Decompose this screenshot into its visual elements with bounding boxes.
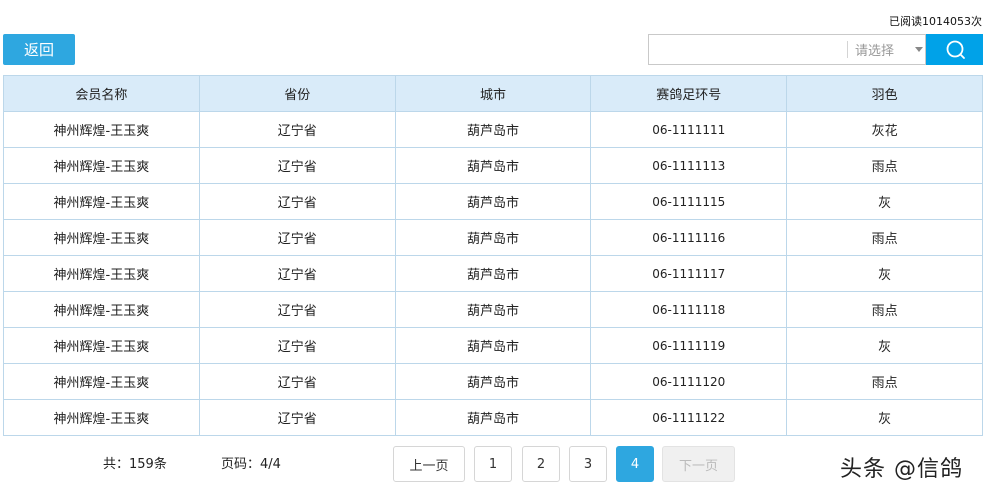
table-row: 神州辉煌-王玉爽 辽宁省 葫芦岛市 06-1111111 灰花 (3, 111, 983, 148)
column-header-city: 城市 (394, 75, 592, 112)
cell-province: 辽宁省 (198, 399, 396, 436)
cell-ring-number: 06-1111122 (590, 399, 788, 436)
table-row: 神州辉煌-王玉爽 辽宁省 葫芦岛市 06-1111119 灰 (3, 327, 983, 364)
cell-city: 葫芦岛市 (394, 255, 592, 292)
cell-city: 葫芦岛市 (394, 399, 592, 436)
column-header-feather-color: 羽色 (786, 75, 983, 112)
column-header-ring-number: 赛鸽足环号 (590, 75, 788, 112)
back-button[interactable]: 返回 (3, 34, 75, 65)
cell-city: 葫芦岛市 (394, 219, 592, 256)
table-row: 神州辉煌-王玉爽 辽宁省 葫芦岛市 06-1111117 灰 (3, 255, 983, 292)
table-row: 神州辉煌-王玉爽 辽宁省 葫芦岛市 06-1111115 灰 (3, 183, 983, 220)
cell-feather-color: 灰 (786, 399, 983, 436)
table-row: 神州辉煌-王玉爽 辽宁省 葫芦岛市 06-1111113 雨点 (3, 147, 983, 184)
cell-ring-number: 06-1111119 (590, 327, 788, 364)
cell-ring-number: 06-1111118 (590, 291, 788, 328)
cell-member-name: 神州辉煌-王玉爽 (3, 147, 200, 184)
page-button-2[interactable]: 2 (522, 446, 560, 482)
cell-member-name: 神州辉煌-王玉爽 (3, 399, 200, 436)
cell-city: 葫芦岛市 (394, 291, 592, 328)
cell-member-name: 神州辉煌-王玉爽 (3, 183, 200, 220)
column-header-province: 省份 (198, 75, 396, 112)
cell-province: 辽宁省 (198, 183, 396, 220)
column-header-member-name: 会员名称 (3, 75, 200, 112)
cell-feather-color: 灰 (786, 255, 983, 292)
cell-province: 辽宁省 (198, 327, 396, 364)
table-row: 神州辉煌-王玉爽 辽宁省 葫芦岛市 06-1111118 雨点 (3, 291, 983, 328)
read-count: 已阅读1014053次 (889, 15, 982, 28)
cell-province: 辽宁省 (198, 291, 396, 328)
cell-feather-color: 雨点 (786, 219, 983, 256)
cell-feather-color: 灰 (786, 183, 983, 220)
cell-ring-number: 06-1111115 (590, 183, 788, 220)
table-row: 神州辉煌-王玉爽 辽宁省 葫芦岛市 06-1111120 雨点 (3, 363, 983, 400)
search-input[interactable] (649, 35, 845, 64)
search-icon (946, 40, 965, 59)
select-placeholder: 请选择 (855, 44, 895, 59)
search-button[interactable] (926, 34, 983, 65)
cell-province: 辽宁省 (198, 111, 396, 148)
search-divider (847, 41, 848, 58)
cell-ring-number: 06-1111120 (590, 363, 788, 400)
page-info: 页码：4/4 (221, 457, 281, 472)
cell-city: 葫芦岛市 (394, 183, 592, 220)
cell-ring-number: 06-1111117 (590, 255, 788, 292)
table-row: 神州辉煌-王玉爽 辽宁省 葫芦岛市 06-1111122 灰 (3, 399, 983, 436)
cell-feather-color: 雨点 (786, 363, 983, 400)
cell-feather-color: 雨点 (786, 291, 983, 328)
cell-feather-color: 雨点 (786, 147, 983, 184)
cell-ring-number: 06-1111116 (590, 219, 788, 256)
search-category-select[interactable]: 请选择 (855, 35, 927, 64)
total-count: 共：159条 (103, 457, 167, 472)
table-header-row: 会员名称 省份 城市 赛鸽足环号 羽色 (3, 75, 983, 112)
member-table: 会员名称 省份 城市 赛鸽足环号 羽色 神州辉煌-王玉爽 辽宁省 葫芦岛市 06… (3, 75, 983, 436)
cell-ring-number: 06-1111111 (590, 111, 788, 148)
cell-member-name: 神州辉煌-王玉爽 (3, 363, 200, 400)
cell-city: 葫芦岛市 (394, 327, 592, 364)
page-button-3[interactable]: 3 (569, 446, 607, 482)
cell-city: 葫芦岛市 (394, 147, 592, 184)
search-box: 请选择 (648, 34, 926, 65)
table-row: 神州辉煌-王玉爽 辽宁省 葫芦岛市 06-1111116 雨点 (3, 219, 983, 256)
cell-member-name: 神州辉煌-王玉爽 (3, 111, 200, 148)
cell-member-name: 神州辉煌-王玉爽 (3, 291, 200, 328)
cell-member-name: 神州辉煌-王玉爽 (3, 219, 200, 256)
page-button-4[interactable]: 4 (616, 446, 654, 482)
page-button-1[interactable]: 1 (474, 446, 512, 482)
cell-ring-number: 06-1111113 (590, 147, 788, 184)
cell-province: 辽宁省 (198, 255, 396, 292)
cell-feather-color: 灰 (786, 327, 983, 364)
cell-member-name: 神州辉煌-王玉爽 (3, 327, 200, 364)
cell-city: 葫芦岛市 (394, 363, 592, 400)
next-page-button: 下一页 (662, 446, 735, 482)
cell-member-name: 神州辉煌-王玉爽 (3, 255, 200, 292)
cell-province: 辽宁省 (198, 147, 396, 184)
chevron-down-icon (915, 47, 923, 52)
watermark: 头条 @信鸽 (840, 457, 963, 482)
prev-page-button[interactable]: 上一页 (393, 446, 465, 482)
cell-feather-color: 灰花 (786, 111, 983, 148)
cell-province: 辽宁省 (198, 219, 396, 256)
cell-province: 辽宁省 (198, 363, 396, 400)
cell-city: 葫芦岛市 (394, 111, 592, 148)
